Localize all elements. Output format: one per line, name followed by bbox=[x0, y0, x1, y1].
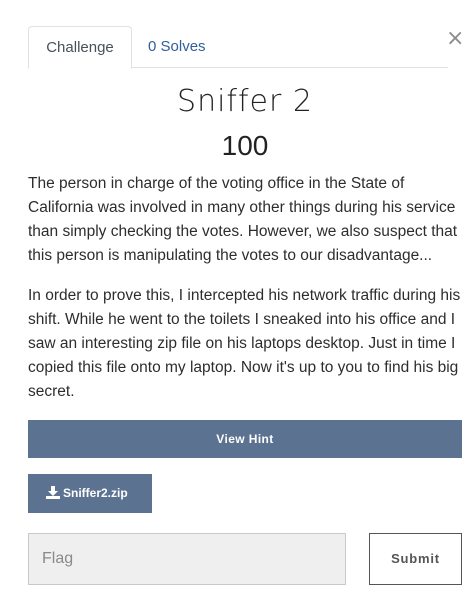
description-paragraph: In order to prove this, I intercepted hi… bbox=[28, 287, 461, 400]
submit-button[interactable]: Submit bbox=[369, 533, 462, 585]
challenge-value: 100 bbox=[221, 130, 269, 161]
view-hint-button[interactable]: View Hint bbox=[28, 420, 462, 458]
close-icon[interactable]: × bbox=[446, 28, 464, 50]
download-file-button[interactable]: Sniffer2.zip bbox=[28, 474, 152, 513]
challenge-description: The person in charge of the voting offic… bbox=[28, 172, 462, 420]
download-icon bbox=[46, 486, 60, 499]
flag-input[interactable] bbox=[28, 533, 346, 585]
description-paragraph: The person in charge of the voting offic… bbox=[28, 175, 458, 264]
tab-bar: Challenge 0 Solves bbox=[28, 26, 448, 69]
tab-solves[interactable]: 0 Solves bbox=[132, 26, 222, 68]
challenge-title: Sniffer 2 bbox=[177, 84, 313, 119]
tab-challenge[interactable]: Challenge bbox=[28, 26, 132, 69]
file-name: Sniffer2.zip bbox=[63, 486, 128, 500]
